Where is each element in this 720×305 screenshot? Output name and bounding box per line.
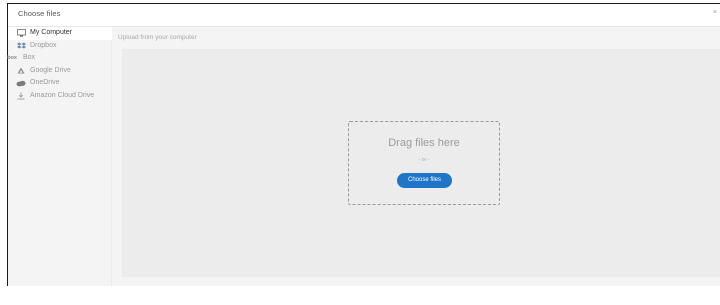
dropbox-icon — [16, 40, 26, 53]
sidebar-item-label: OneDrive — [30, 79, 60, 86]
or-separator: - or - — [418, 157, 430, 163]
sidebar-item-label: Dropbox — [30, 41, 57, 49]
dialog-title: Choose files — [18, 9, 61, 18]
drag-files-text: Drag files here — [388, 137, 460, 149]
amazon-cloud-drive-icon — [16, 90, 26, 103]
sidebar-item-dropbox[interactable]: Dropbox — [8, 40, 111, 53]
sidebar-item-label: Amazon Cloud Drive — [30, 91, 95, 99]
google-drive-icon — [16, 65, 26, 78]
sidebar-item-google-drive[interactable]: Google Drive — [8, 65, 111, 78]
sidebar-item-label: Box — [23, 54, 36, 61]
close-icon[interactable]: × — [713, 9, 717, 16]
sources-sidebar: My Computer Dropbox box Box Google Drive… — [7, 27, 112, 286]
sidebar-item-my-computer[interactable]: My Computer — [8, 27, 112, 40]
computer-icon — [16, 27, 26, 40]
dialog-header: Choose files × — [8, 4, 720, 27]
box-icon: box — [7, 55, 17, 61]
choose-files-button[interactable]: Choose files — [397, 173, 452, 188]
drop-zone[interactable]: Drag files here - or - Choose files — [348, 121, 500, 205]
upload-panel: Upload from your computer Drag files her… — [112, 27, 720, 286]
sidebar-item-label: My Computer — [30, 29, 73, 36]
file-picker-dialog: Choose files × My Computer Dropbox box B… — [7, 3, 720, 286]
sidebar-item-amazon-cloud-drive[interactable]: Amazon Cloud Drive — [8, 90, 111, 103]
page: Choose files × My Computer Dropbox box B… — [0, 0, 720, 305]
sidebar-item-box[interactable]: box Box — [7, 52, 111, 65]
sidebar-item-onedrive[interactable]: OneDrive — [8, 77, 111, 90]
onedrive-icon — [16, 77, 26, 90]
drop-area[interactable]: Drag files here - or - Choose files — [122, 49, 720, 277]
sidebar-item-label: Google Drive — [30, 66, 71, 74]
panel-heading: Upload from your computer — [118, 34, 197, 41]
